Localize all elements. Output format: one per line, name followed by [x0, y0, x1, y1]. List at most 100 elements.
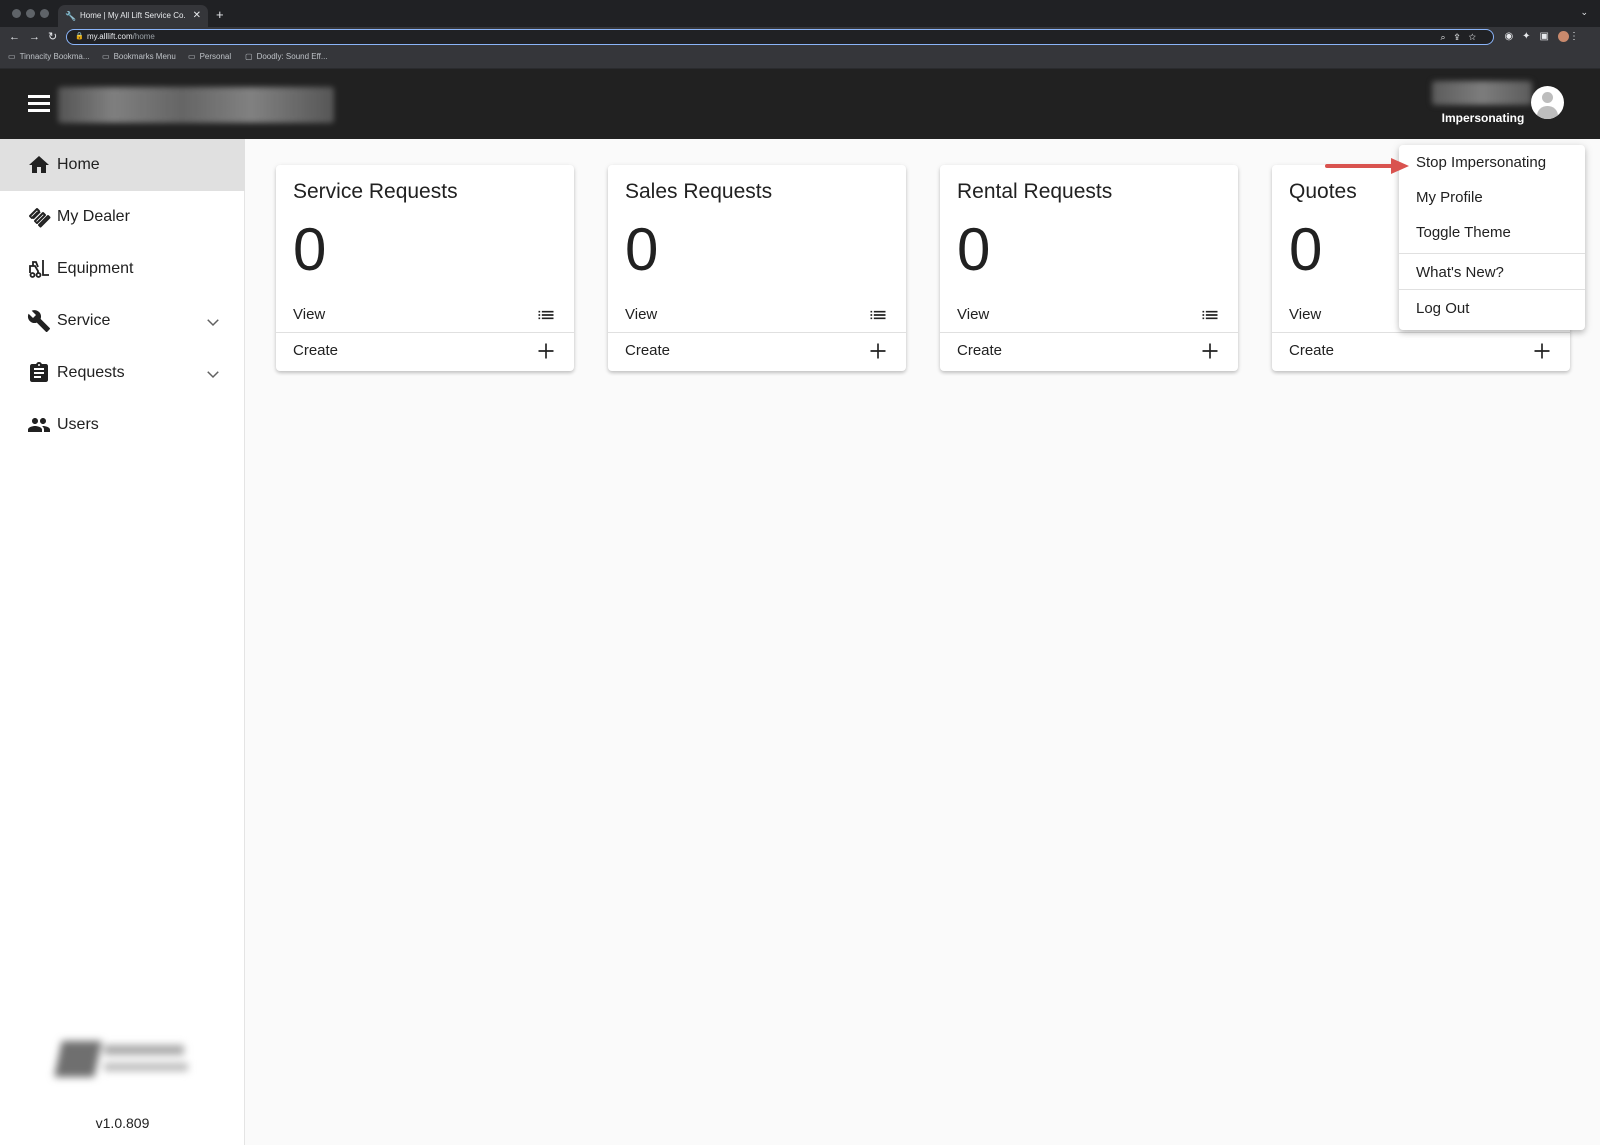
sidebar-item-home[interactable]: Home	[0, 139, 245, 191]
wrench-icon	[27, 310, 50, 332]
lock-icon: 🔒	[75, 33, 84, 40]
card-create-label: Create	[1289, 342, 1335, 359]
bookmark-item[interactable]: ▭ Personal	[188, 51, 231, 63]
plus-icon	[1534, 343, 1550, 359]
bookmark-item[interactable]: ▭ Bookmarks Menu	[102, 51, 176, 63]
card-view-button[interactable]: View	[276, 297, 574, 332]
tab-close-icon[interactable]: ✕	[193, 5, 201, 27]
card-view-button[interactable]: View	[940, 297, 1238, 332]
sidebar: Home My Dealer Equipment Service Request…	[0, 139, 245, 1145]
sidebar-item-label: Users	[57, 416, 99, 433]
browser-tab[interactable]: 🔧 Home | My All Lift Service Co. ✕	[58, 5, 208, 27]
list-icon	[538, 310, 554, 320]
company-name-redacted	[58, 87, 334, 123]
handshake-icon	[29, 208, 51, 228]
card-title: Sales Requests	[625, 180, 773, 203]
forward-arrow-icon[interactable]: →	[29, 29, 40, 45]
menu-divider	[1399, 289, 1585, 290]
card-create-label: Create	[957, 342, 1003, 359]
list-icon	[1202, 310, 1218, 320]
window-minimize-dot[interactable]	[26, 9, 35, 18]
bookmark-item[interactable]: ▭ Tinnacity Bookma...	[8, 51, 90, 63]
clipboard-icon	[30, 362, 48, 382]
folder-icon: ▭	[8, 52, 16, 61]
menu-item-log-out[interactable]: Log Out	[1399, 291, 1585, 326]
card-count: 0	[1289, 216, 1323, 283]
window-close-dot[interactable]	[12, 9, 21, 18]
browser-tab-strip: 🔧 Home | My All Lift Service Co. ✕ + ⌄	[0, 0, 1600, 27]
wrench-favicon-icon: 🔧	[65, 11, 77, 21]
card-create-button[interactable]: Create	[276, 332, 574, 367]
browser-tab-title: Home | My All Lift Service Co.	[80, 11, 186, 20]
app-version: v1.0.809	[95, 1115, 150, 1131]
sidebar-item-equipment[interactable]: Equipment	[0, 243, 245, 295]
card-count: 0	[625, 216, 659, 283]
menu-item-toggle-theme[interactable]: Toggle Theme	[1399, 215, 1585, 250]
user-name-redacted	[1432, 81, 1532, 105]
user-avatar-button[interactable]	[1531, 86, 1564, 119]
list-icon	[870, 310, 886, 320]
dashboard-card-sales-requests: Sales Requests 0 View Create	[608, 165, 906, 371]
reload-icon[interactable]: ↻	[48, 29, 57, 45]
sidebar-item-label: My Dealer	[57, 208, 130, 225]
url-path: /home	[132, 32, 155, 41]
menu-hamburger-icon[interactable]	[28, 95, 50, 113]
card-view-label: View	[625, 306, 658, 323]
dashboard-card-rental-requests: Rental Requests 0 View Create	[940, 165, 1238, 371]
avatar-person-icon	[1542, 92, 1553, 103]
bookmarks-bar: ▭ Tinnacity Bookma... ▭ Bookmarks Menu ▭ Pe…	[0, 47, 1600, 69]
sidebar-item-requests[interactable]: Requests	[0, 347, 245, 399]
card-create-label: Create	[625, 342, 671, 359]
sidebar-item-label: Equipment	[57, 260, 134, 277]
plus-icon	[1202, 343, 1218, 359]
card-create-button[interactable]: Create	[940, 332, 1238, 367]
chevron-down-icon[interactable]	[204, 365, 222, 383]
card-create-label: Create	[293, 342, 339, 359]
card-view-label: View	[1289, 306, 1322, 323]
company-logo-redacted	[52, 1035, 192, 1083]
window-zoom-dot[interactable]	[40, 9, 49, 18]
folder-icon: ▭	[188, 52, 196, 61]
card-view-label: View	[293, 306, 326, 323]
dashboard-card-service-requests: Service Requests 0 View Create	[276, 165, 574, 371]
card-view-label: View	[957, 306, 990, 323]
address-bar[interactable]: 🔒 my.alllift.com/home ⌕⇪☆	[66, 29, 1494, 45]
card-title: Rental Requests	[957, 180, 1113, 203]
menu-item-whats-new[interactable]: What's New?	[1399, 255, 1585, 290]
browser-profile-icon[interactable]	[1558, 30, 1569, 42]
menu-item-my-profile[interactable]: My Profile	[1399, 180, 1585, 215]
tab-search-chevron-icon[interactable]: ⌄	[1580, 7, 1588, 18]
extension-icons[interactable]: ◉✦▣ ⋮	[1504, 29, 1588, 45]
omnibox-action-icons[interactable]: ⌕⇪☆	[1441, 30, 1485, 44]
new-tab-button[interactable]: +	[216, 5, 224, 25]
users-icon	[28, 418, 50, 432]
app-header: Impersonating	[0, 69, 1600, 139]
annotation-arrow-icon	[1325, 158, 1409, 174]
sidebar-item-users[interactable]: Users	[0, 399, 245, 451]
sidebar-item-my-dealer[interactable]: My Dealer	[0, 191, 245, 243]
card-title: Service Requests	[293, 180, 458, 203]
sidebar-item-service[interactable]: Service	[0, 295, 245, 347]
user-menu: Stop Impersonating My Profile Toggle The…	[1399, 145, 1585, 330]
sidebar-item-label: Requests	[57, 364, 125, 381]
main-content: Service Requests 0 View Create Sales Req…	[245, 139, 1600, 1145]
card-create-button[interactable]: Create	[608, 332, 906, 367]
forklift-icon	[29, 260, 49, 278]
bookmark-item[interactable]: ▢ Doodly: Sound Eff...	[245, 51, 328, 63]
menu-item-stop-impersonating[interactable]: Stop Impersonating	[1399, 145, 1585, 180]
sidebar-item-label: Home	[57, 156, 100, 173]
plus-icon	[538, 343, 554, 359]
card-view-button[interactable]: View	[608, 297, 906, 332]
card-count: 0	[293, 216, 327, 283]
chevron-down-icon[interactable]	[204, 313, 222, 331]
browser-toolbar: ← → ↻ 🔒 my.alllift.com/home ⌕⇪☆ ◉✦▣ ⋮	[0, 27, 1600, 47]
menu-divider	[1399, 253, 1585, 254]
sidebar-item-label: Service	[57, 312, 111, 329]
card-create-button[interactable]: Create	[1272, 332, 1570, 367]
back-arrow-icon[interactable]: ←	[9, 29, 20, 45]
card-title: Quotes	[1289, 180, 1357, 203]
folder-icon: ▭	[102, 52, 110, 61]
home-icon	[29, 156, 49, 173]
url-host: my.alllift.com	[87, 32, 133, 41]
page-icon: ▢	[245, 52, 253, 61]
